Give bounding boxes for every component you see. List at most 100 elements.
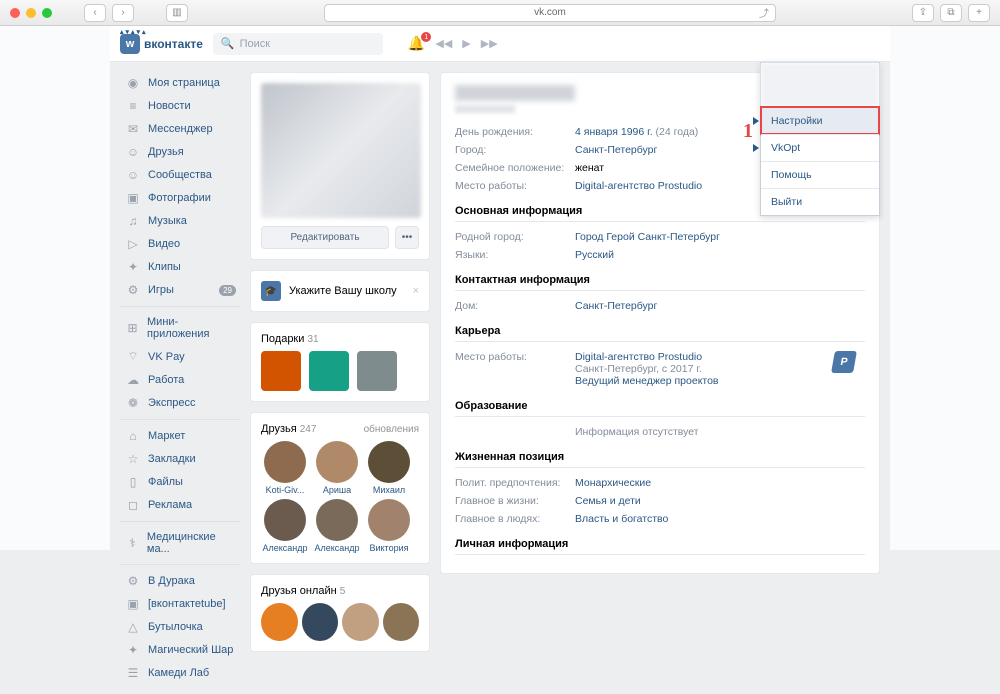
user-dropdown: НастройкиVkOptПомощьВыйти (760, 62, 880, 216)
friend-item[interactable]: Виктория (365, 499, 413, 553)
sidebar-item[interactable]: ⚕ Медицинские ма... (120, 527, 240, 559)
tabs-button[interactable]: ⧉ (940, 4, 962, 22)
vk-logo[interactable]: ▴▾▴▾▴ w вконтакте (120, 34, 203, 54)
sidebar-label: Клипы (148, 261, 181, 273)
back-button[interactable]: ‹ (84, 4, 106, 22)
friend-name: Koti-Giv... (261, 485, 309, 495)
new-tab[interactable]: + (968, 4, 990, 22)
dropdown-item[interactable]: Помощь (761, 161, 879, 188)
info-value[interactable]: Монархические (575, 477, 651, 489)
sidebar-toggle[interactable]: ▥ (166, 4, 188, 22)
more-button[interactable]: ••• (395, 226, 419, 249)
friend-item[interactable]: Михаил (365, 441, 413, 495)
section-life: Жизненная позиция (455, 441, 865, 468)
sidebar-item[interactable]: ≡Новости (120, 95, 240, 117)
sidebar-item[interactable]: ▣[вконтактеtube] (120, 593, 240, 615)
share-icon[interactable]: ⤴ (759, 5, 769, 20)
sidebar-item[interactable]: ☰Камеди Лаб (120, 662, 240, 684)
friend-name: Александр (313, 543, 361, 553)
edit-button[interactable]: Редактировать (261, 226, 389, 249)
sidebar-icon: ⚕ (126, 536, 139, 550)
info-value[interactable]: Санкт-Петербург (575, 144, 657, 156)
career-company[interactable]: Digital-агентство Prostudio (575, 351, 719, 363)
sidebar-item[interactable]: △Бутылочка (120, 616, 240, 638)
info-label: Город: (455, 144, 575, 156)
profile-photo[interactable] (261, 83, 421, 218)
info-label: Дом: (455, 300, 575, 312)
friends-title: Друзья (261, 423, 297, 435)
dropdown-item[interactable]: Выйти (761, 188, 879, 215)
dropdown-item[interactable]: VkOpt (761, 134, 879, 161)
window-close[interactable] (10, 8, 20, 18)
gift-item[interactable] (357, 351, 397, 391)
search-placeholder: Поиск (240, 38, 270, 50)
search-input[interactable]: 🔍 Поиск (213, 33, 383, 55)
sidebar-item[interactable]: ▣Фотографии (120, 187, 240, 209)
info-row: Дом:Санкт-Петербург (455, 297, 865, 315)
forward-button[interactable]: › (112, 4, 134, 22)
sidebar-item[interactable]: ⚙Игры29 (120, 279, 240, 301)
info-value[interactable]: Санкт-Петербург (575, 300, 657, 312)
sidebar-item[interactable]: ◉Моя страница (120, 72, 240, 94)
sidebar-item[interactable]: ⌂Маркет (120, 425, 240, 447)
info-label: Полит. предпочтения: (455, 477, 575, 489)
sidebar-label: Камеди Лаб (148, 667, 209, 679)
sidebar-item[interactable]: ☺Сообщества (120, 164, 240, 186)
friends-updates[interactable]: обновления (364, 424, 419, 435)
notifications-icon[interactable]: 🔔1 (408, 35, 425, 52)
gift-item[interactable] (261, 351, 301, 391)
sidebar-label: Файлы (148, 476, 183, 488)
sidebar-item[interactable]: ☁Работа (120, 369, 240, 391)
player-play[interactable]: ▶ (462, 37, 470, 50)
sidebar-label: Новости (148, 100, 191, 112)
left-sidebar: ◉Моя страница≡Новости✉Мессенджер☺Друзья☺… (120, 72, 240, 684)
avatar (368, 441, 410, 483)
friend-item[interactable]: Koti-Giv... (261, 441, 309, 495)
info-label: Главное в жизни: (455, 495, 575, 507)
sidebar-item[interactable]: ❁Экспресс (120, 392, 240, 414)
sidebar-item[interactable]: ▷Видео (120, 233, 240, 255)
school-prompt[interactable]: 🎓 Укажите Вашу школу × (250, 270, 430, 312)
friend-item[interactable]: Александр (313, 499, 361, 553)
friend-item[interactable]: Ариша (313, 441, 361, 495)
info-value[interactable]: Власть и богатство (575, 513, 668, 525)
sidebar-item[interactable]: ⚙В Дурака (120, 570, 240, 592)
player-next[interactable]: ▶▶ (481, 37, 498, 50)
player-prev[interactable]: ◀◀ (435, 37, 452, 50)
online-card: Друзья онлайн 5 (250, 574, 430, 652)
dropdown-item[interactable]: Настройки (761, 107, 879, 134)
sidebar-item[interactable]: ☆Закладки (120, 448, 240, 470)
sidebar-label: Медицинские ма... (147, 531, 234, 555)
online-avatar[interactable] (383, 603, 420, 641)
sidebar-item[interactable]: ✉Мессенджер (120, 118, 240, 140)
sidebar-item[interactable]: ☺Друзья (120, 141, 240, 163)
close-icon[interactable]: × (413, 285, 419, 297)
info-value[interactable]: Русский (575, 249, 614, 261)
arrow-icon (753, 144, 759, 152)
career-location: Санкт-Петербург, с 2017 г. (575, 363, 719, 375)
online-avatar[interactable] (342, 603, 379, 641)
share-button[interactable]: ⇪ (912, 4, 934, 22)
online-avatar[interactable] (261, 603, 298, 641)
url-bar[interactable]: vk.com ⤴ (324, 4, 776, 22)
sidebar-item[interactable]: ⌔VK Pay (120, 345, 240, 368)
gift-item[interactable] (309, 351, 349, 391)
info-value[interactable]: Семья и дети (575, 495, 641, 507)
info-value[interactable]: 4 января 1996 г. (24 года) (575, 126, 698, 138)
sidebar-item[interactable]: ♫Музыка (120, 210, 240, 232)
search-icon: 🔍 (221, 37, 235, 50)
career-position[interactable]: Ведущий менеджер проектов (575, 375, 719, 387)
online-avatar[interactable] (302, 603, 339, 641)
friend-item[interactable]: Александр (261, 499, 309, 553)
sidebar-item[interactable]: ◻Реклама (120, 494, 240, 516)
company-logo[interactable]: P (831, 351, 857, 373)
window-maximize[interactable] (42, 8, 52, 18)
sidebar-item[interactable]: ✦Магический Шар (120, 639, 240, 661)
sidebar-icon: ☺ (126, 168, 140, 182)
info-value[interactable]: Город Герой Санкт-Петербург (575, 231, 720, 243)
sidebar-item[interactable]: ⊞Мини-приложения (120, 312, 240, 344)
info-value[interactable]: Digital-агентство Prostudio (575, 180, 702, 192)
window-minimize[interactable] (26, 8, 36, 18)
sidebar-item[interactable]: ▯Файлы (120, 471, 240, 493)
sidebar-item[interactable]: ✦Клипы (120, 256, 240, 278)
